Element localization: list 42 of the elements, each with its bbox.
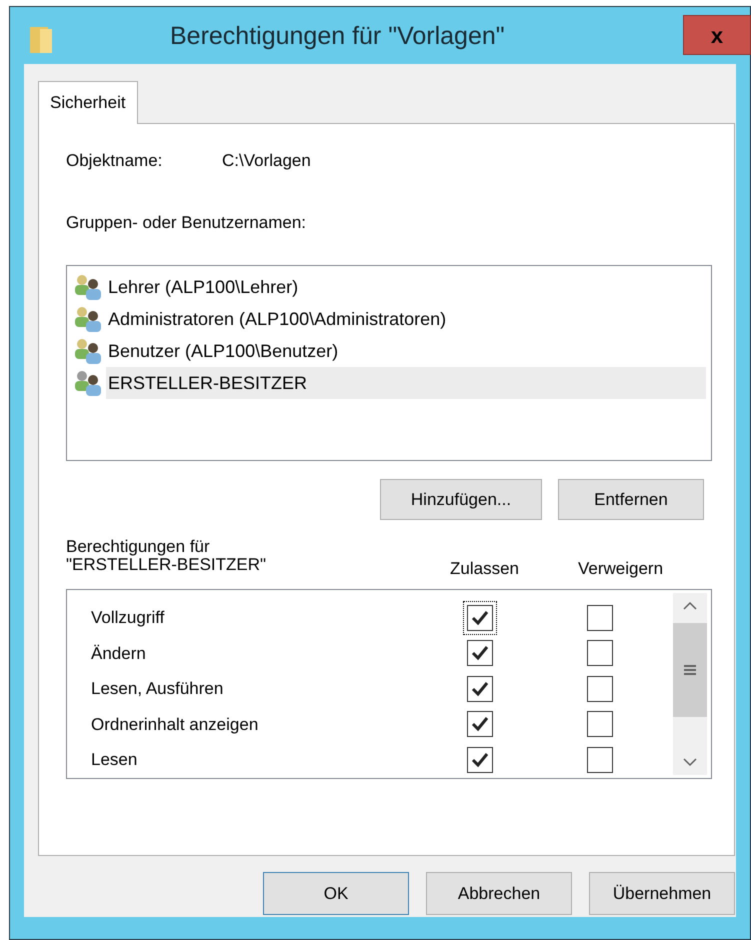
- checkbox[interactable]: [587, 640, 613, 666]
- window-title: Berechtigungen für "Vorlagen": [170, 24, 505, 49]
- allow-header: Zulassen: [450, 558, 519, 580]
- close-button[interactable]: x: [683, 15, 751, 55]
- permissions-label: Berechtigungen für "ERSTELLER-BESITZER": [66, 538, 266, 574]
- grip-icon: [684, 665, 696, 675]
- add-button[interactable]: Hinzufügen...: [380, 479, 542, 520]
- check-icon: [471, 752, 489, 768]
- deny-header: Verweigern: [578, 558, 664, 580]
- permission-name: Lesen, Ausführen: [90, 678, 224, 700]
- list-item[interactable]: Lehrer (ALP100\Lehrer): [106, 271, 706, 303]
- check-icon: [471, 716, 489, 732]
- ok-button[interactable]: OK: [263, 872, 409, 915]
- object-name-value: C:\Vorlagen: [222, 150, 311, 172]
- permission-name: Ändern: [90, 642, 147, 664]
- checkbox[interactable]: [587, 711, 613, 738]
- checkbox[interactable]: [587, 746, 613, 773]
- list-item[interactable]: ERSTELLER-BESITZER: [106, 367, 706, 399]
- tab[interactable]: Sicherheit: [38, 81, 138, 124]
- cancel-button[interactable]: Abbrechen: [426, 872, 572, 915]
- scroll-thumb[interactable]: [673, 623, 707, 717]
- permission-name: Ordnerinhalt anzeigen: [90, 714, 260, 736]
- checkbox[interactable]: [587, 676, 613, 702]
- check-icon: [471, 680, 489, 697]
- check-icon: [471, 645, 489, 662]
- permission-name: Lesen: [90, 749, 138, 771]
- scroll-down-icon[interactable]: [683, 757, 697, 767]
- groups-label: Gruppen- oder Benutzernamen:: [66, 212, 306, 234]
- permission-name: Vollzugriff: [90, 607, 166, 629]
- scroll-up-icon[interactable]: [683, 601, 697, 611]
- list-item[interactable]: Benutzer (ALP100\Benutzer): [106, 335, 706, 367]
- checkbox[interactable]: [467, 676, 493, 702]
- remove-button[interactable]: Entfernen: [558, 479, 704, 520]
- checkbox[interactable]: [467, 640, 493, 666]
- checkbox[interactable]: [467, 746, 493, 773]
- checkbox[interactable]: [467, 711, 493, 738]
- list-item[interactable]: Administratoren (ALP100\Administratoren): [106, 303, 706, 335]
- checkbox[interactable]: [587, 604, 613, 631]
- check-icon: [471, 610, 489, 626]
- object-name-label: Objektname:: [66, 150, 162, 172]
- apply-button[interactable]: Übernehmen: [589, 872, 735, 915]
- scrollbar[interactable]: [673, 593, 707, 775]
